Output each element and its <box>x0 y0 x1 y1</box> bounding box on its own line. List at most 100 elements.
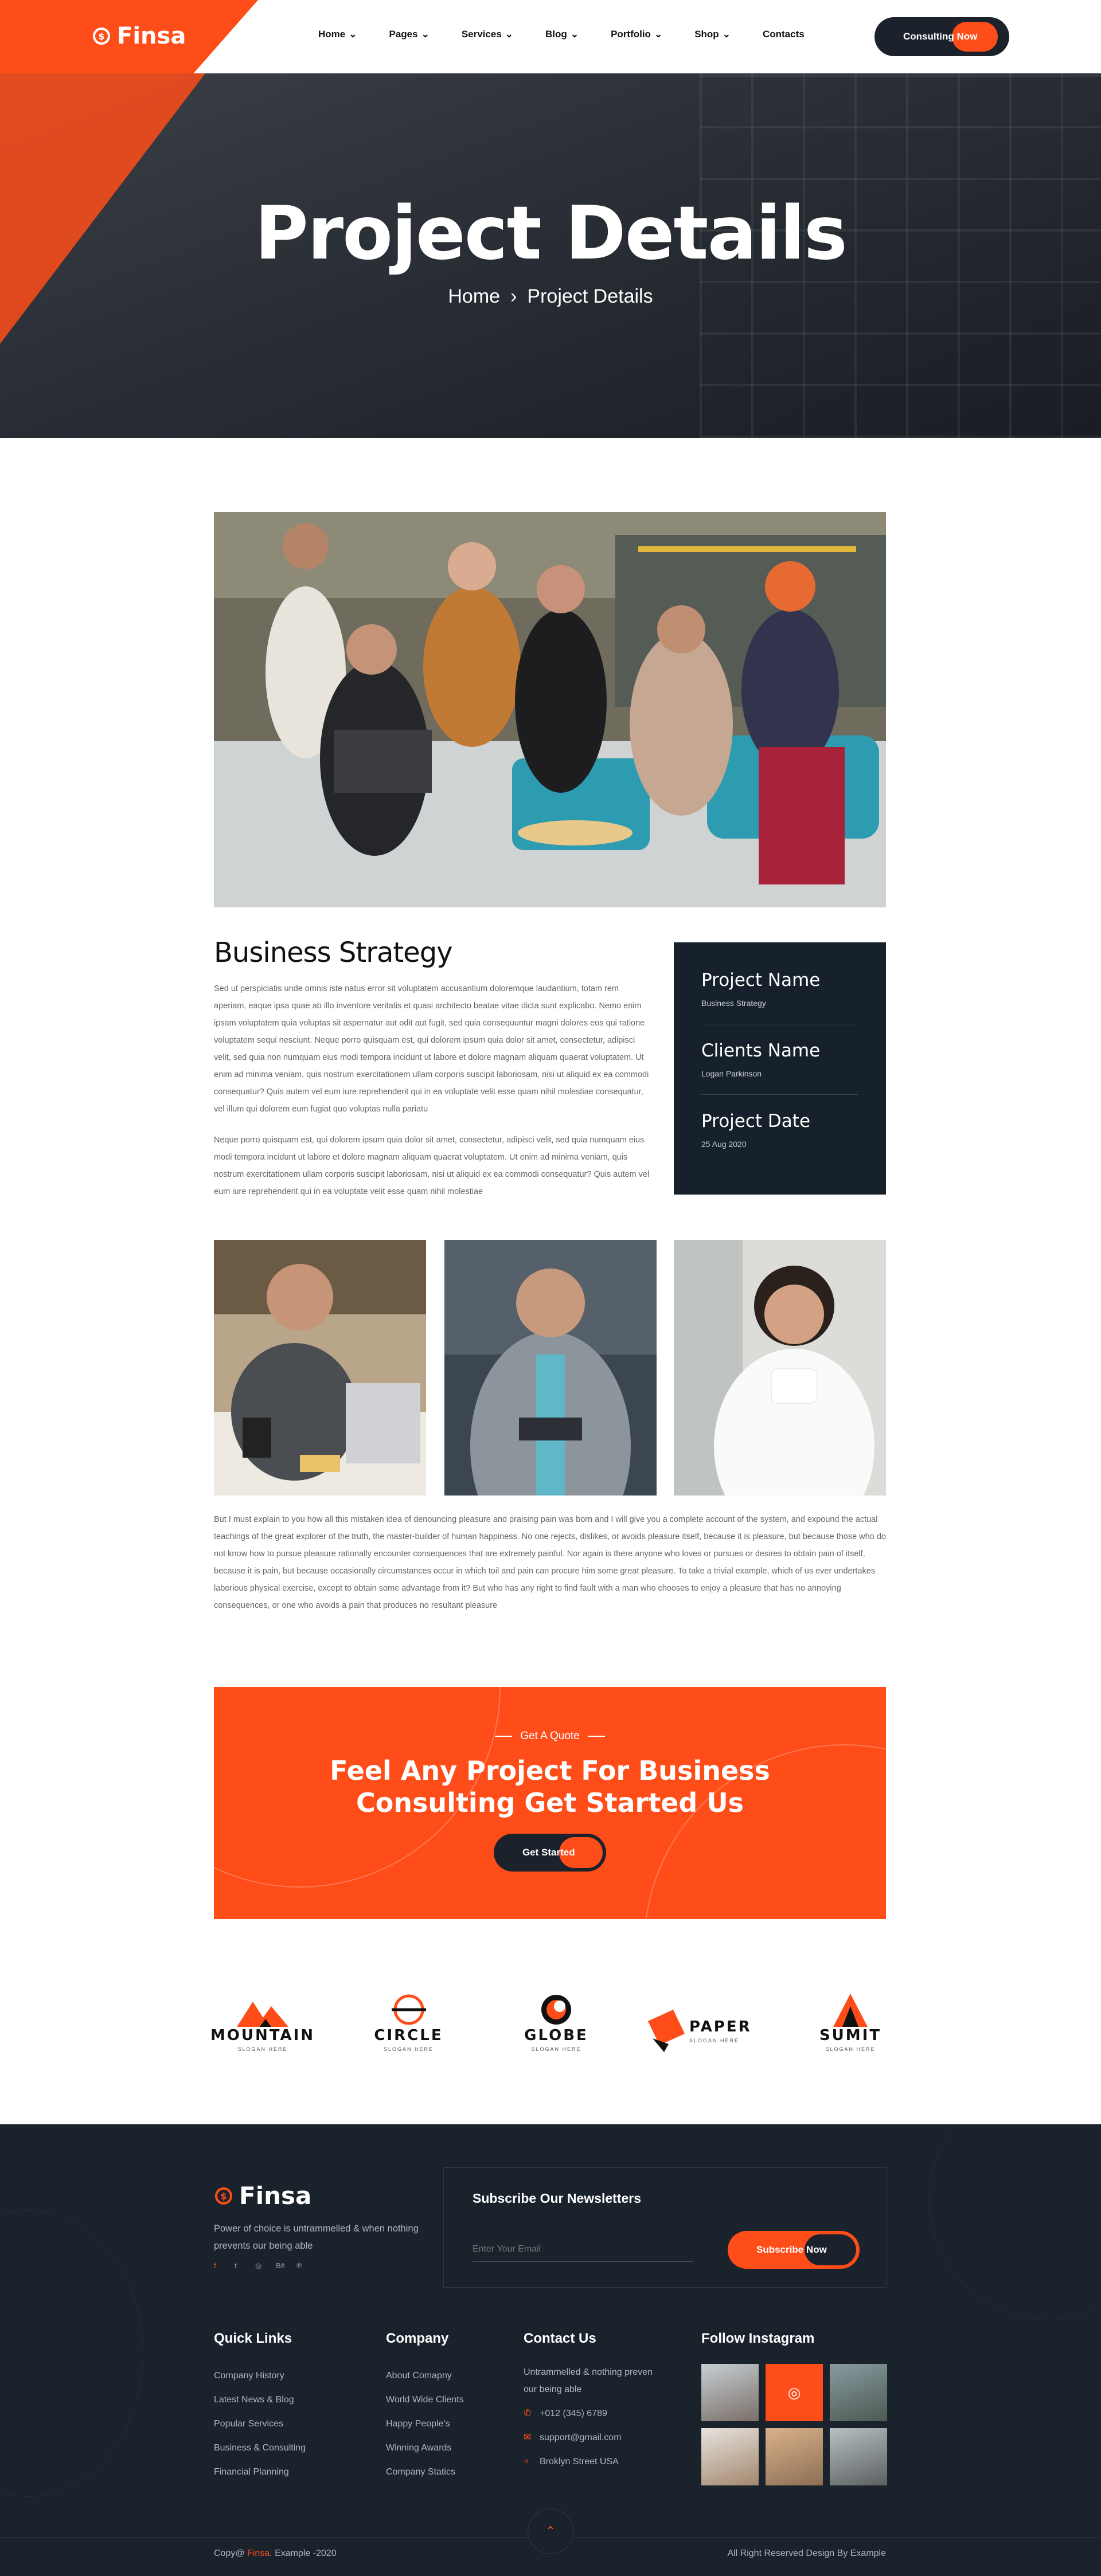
email-input[interactable] <box>473 2237 693 2262</box>
quote-banner: Get A Quote Feel Any Project For Busines… <box>214 1687 886 1919</box>
footer-link[interactable]: Company Statics <box>386 2460 464 2484</box>
circle-logo-icon <box>391 1994 426 2025</box>
chevron-down-icon: ⌄ <box>421 29 430 40</box>
info-project-date: Project Date 25 Aug 2020 <box>701 1111 811 1149</box>
footer-link[interactable]: Latest News & Blog <box>214 2388 306 2412</box>
instagram-thumb[interactable] <box>830 2428 887 2485</box>
footer-about: Power of choice is untrammelled & when n… <box>214 2223 419 2251</box>
footer-link[interactable]: Winning Awards <box>386 2436 464 2460</box>
instagram-icon: ◎ <box>787 2383 801 2401</box>
footer-link[interactable]: Financial Planning <box>214 2460 306 2484</box>
gallery-image-2 <box>444 1240 657 1496</box>
contact-email[interactable]: ✉ support@gmail.com <box>524 2426 655 2450</box>
man-at-laptop-illustration <box>214 1240 426 1496</box>
footer-link[interactable]: Business & Consulting <box>214 2436 306 2460</box>
copyright: Copy@ Finsa. Example -2020 <box>214 2548 337 2558</box>
instagram-thumb[interactable] <box>701 2428 759 2485</box>
newsletter-title: Subscribe Our Newsletters <box>473 2191 641 2206</box>
get-started-button[interactable]: Get Started <box>494 1834 606 1872</box>
svg-text:$: $ <box>220 2191 227 2202</box>
rights-text: All Right Reserved Design By Example <box>727 2548 886 2558</box>
team-meeting-illustration <box>214 512 886 907</box>
main-nav: Home ⌄ Pages ⌄ Services ⌄ Blog ⌄ Portfolio ⌄ … <box>318 29 805 40</box>
scroll-to-top-button[interactable]: ⌃ <box>528 2508 573 2554</box>
chevron-down-icon: ⌄ <box>349 29 357 40</box>
contact-phone[interactable]: ✆ +012 (345) 6789 <box>524 2402 655 2426</box>
info-project-name: Project Name Business Strategy <box>701 970 858 1024</box>
nav-shop[interactable]: Shop ⌄ <box>694 29 731 40</box>
quote-heading: Feel Any Project For Business Consulting … <box>330 1755 770 1818</box>
project-main-image <box>214 512 886 907</box>
brand-logo-mountain[interactable]: MOUNTAIN SLOGAN HERE <box>210 1989 313 2052</box>
pinterest-icon[interactable]: ℗ <box>296 2262 304 2270</box>
footer-link[interactable]: Happy People's <box>386 2412 464 2436</box>
contact-text: Untrammelled & nothing preven our being … <box>524 2367 653 2394</box>
instagram-thumb[interactable] <box>830 2364 887 2421</box>
location-icon: ⌖ <box>524 2457 529 2467</box>
page-title: Project Details <box>255 191 848 276</box>
chevron-down-icon: ⌄ <box>722 29 731 40</box>
facebook-icon[interactable]: f <box>214 2262 222 2270</box>
project-info-card: Project Name Business Strategy Clients N… <box>674 942 886 1195</box>
instagram-grid: ◎ <box>701 2364 887 2485</box>
instagram-thumb[interactable]: ◎ <box>766 2364 823 2421</box>
nav-home[interactable]: Home ⌄ <box>318 29 357 40</box>
nav-pages[interactable]: Pages ⌄ <box>389 29 429 40</box>
subscribe-button[interactable]: Subscribe Now <box>728 2231 860 2269</box>
nav-contacts[interactable]: Contacts <box>763 29 805 40</box>
phone-icon: ✆ <box>524 2409 532 2418</box>
project-description-1: Sed ut perspiciatis unde omnis iste natu… <box>214 984 649 1114</box>
contact-column: Contact Us Untrammelled & nothing preven… <box>524 2331 655 2474</box>
brand-logo-sumit[interactable]: SUMIT SLOGAN HERE <box>814 1989 887 2052</box>
twitter-icon[interactable]: t <box>235 2262 243 2270</box>
paper-logo-icon <box>648 2010 685 2052</box>
nav-blog[interactable]: Blog ⌄ <box>545 29 579 40</box>
decorative-shape <box>929 2124 1101 2319</box>
site-header: $ Finsa Home ⌄ Pages ⌄ Services ⌄ Blog ⌄ Por… <box>0 0 1101 73</box>
footer-link[interactable]: World Wide Clients <box>386 2388 464 2412</box>
behance-icon[interactable]: Bē <box>276 2262 285 2270</box>
chevron-up-icon: ⌃ <box>545 2524 556 2538</box>
sumit-logo-icon <box>833 1994 868 2027</box>
chevron-right-icon: › <box>510 285 517 307</box>
brand-logo-paper[interactable]: PAPER SLOGAN HERE <box>648 1989 763 2052</box>
chevron-down-icon: ⌄ <box>654 29 663 40</box>
decorative-shape <box>0 2210 143 2497</box>
brand-logo-globe[interactable]: GLOBE SLOGAN HERE <box>522 1989 591 2052</box>
quote-tag: Get A Quote <box>214 1730 886 1743</box>
gallery-image-3 <box>674 1240 886 1496</box>
chevron-down-icon: ⌄ <box>570 29 579 40</box>
nav-services[interactable]: Services ⌄ <box>462 29 513 40</box>
page-hero: Project Details Home › Project Details <box>0 73 1101 438</box>
breadcrumb-home[interactable]: Home <box>448 285 500 307</box>
social-links: f t ◎ Bē ℗ <box>214 2262 304 2270</box>
nav-portfolio[interactable]: Portfolio ⌄ <box>611 29 662 40</box>
site-logo[interactable]: $ Finsa <box>92 23 186 49</box>
footer-link[interactable]: About Comapny <box>386 2364 464 2388</box>
footer-link[interactable]: Popular Services <box>214 2412 306 2436</box>
contact-address: ⌖ Broklyn Street USA <box>524 2450 655 2474</box>
woman-with-cup-illustration <box>674 1240 886 1496</box>
project-description-3: But I must explain to you how all this m… <box>214 1515 886 1610</box>
project-heading: Business Strategy <box>214 937 453 969</box>
breadcrumb-current: Project Details <box>527 285 653 307</box>
brand-logo-circle[interactable]: CIRCLE SLOGAN HERE <box>358 1989 459 2052</box>
gallery-image-1 <box>214 1240 426 1496</box>
site-footer: $ Finsa Power of choice is untrammelled … <box>0 2124 1101 2576</box>
footer-link[interactable]: Company History <box>214 2364 306 2388</box>
instagram-icon[interactable]: ◎ <box>255 2262 263 2270</box>
company-column: Company About Comapny World Wide Clients… <box>386 2331 464 2484</box>
newsletter-box: Subscribe Our Newsletters Subscribe Now <box>443 2167 887 2288</box>
consulting-now-button[interactable]: Consulting Now <box>874 17 1009 56</box>
project-description-2: Neque porro quisquam est, qui dolorem ip… <box>214 1136 650 1196</box>
finsa-logo-icon: $ <box>93 28 110 45</box>
man-with-tablet-illustration <box>444 1240 657 1496</box>
breadcrumb: Home › Project Details <box>0 285 1101 308</box>
instagram-thumb[interactable] <box>766 2428 823 2485</box>
instagram-column: Follow Instagram ◎ <box>701 2331 887 2485</box>
svg-text:$: $ <box>98 31 104 42</box>
mail-icon: ✉ <box>524 2433 532 2442</box>
instagram-thumb[interactable] <box>701 2364 759 2421</box>
quick-links-column: Quick Links Company History Latest News … <box>214 2331 306 2484</box>
footer-logo[interactable]: $ Finsa <box>214 2182 311 2210</box>
